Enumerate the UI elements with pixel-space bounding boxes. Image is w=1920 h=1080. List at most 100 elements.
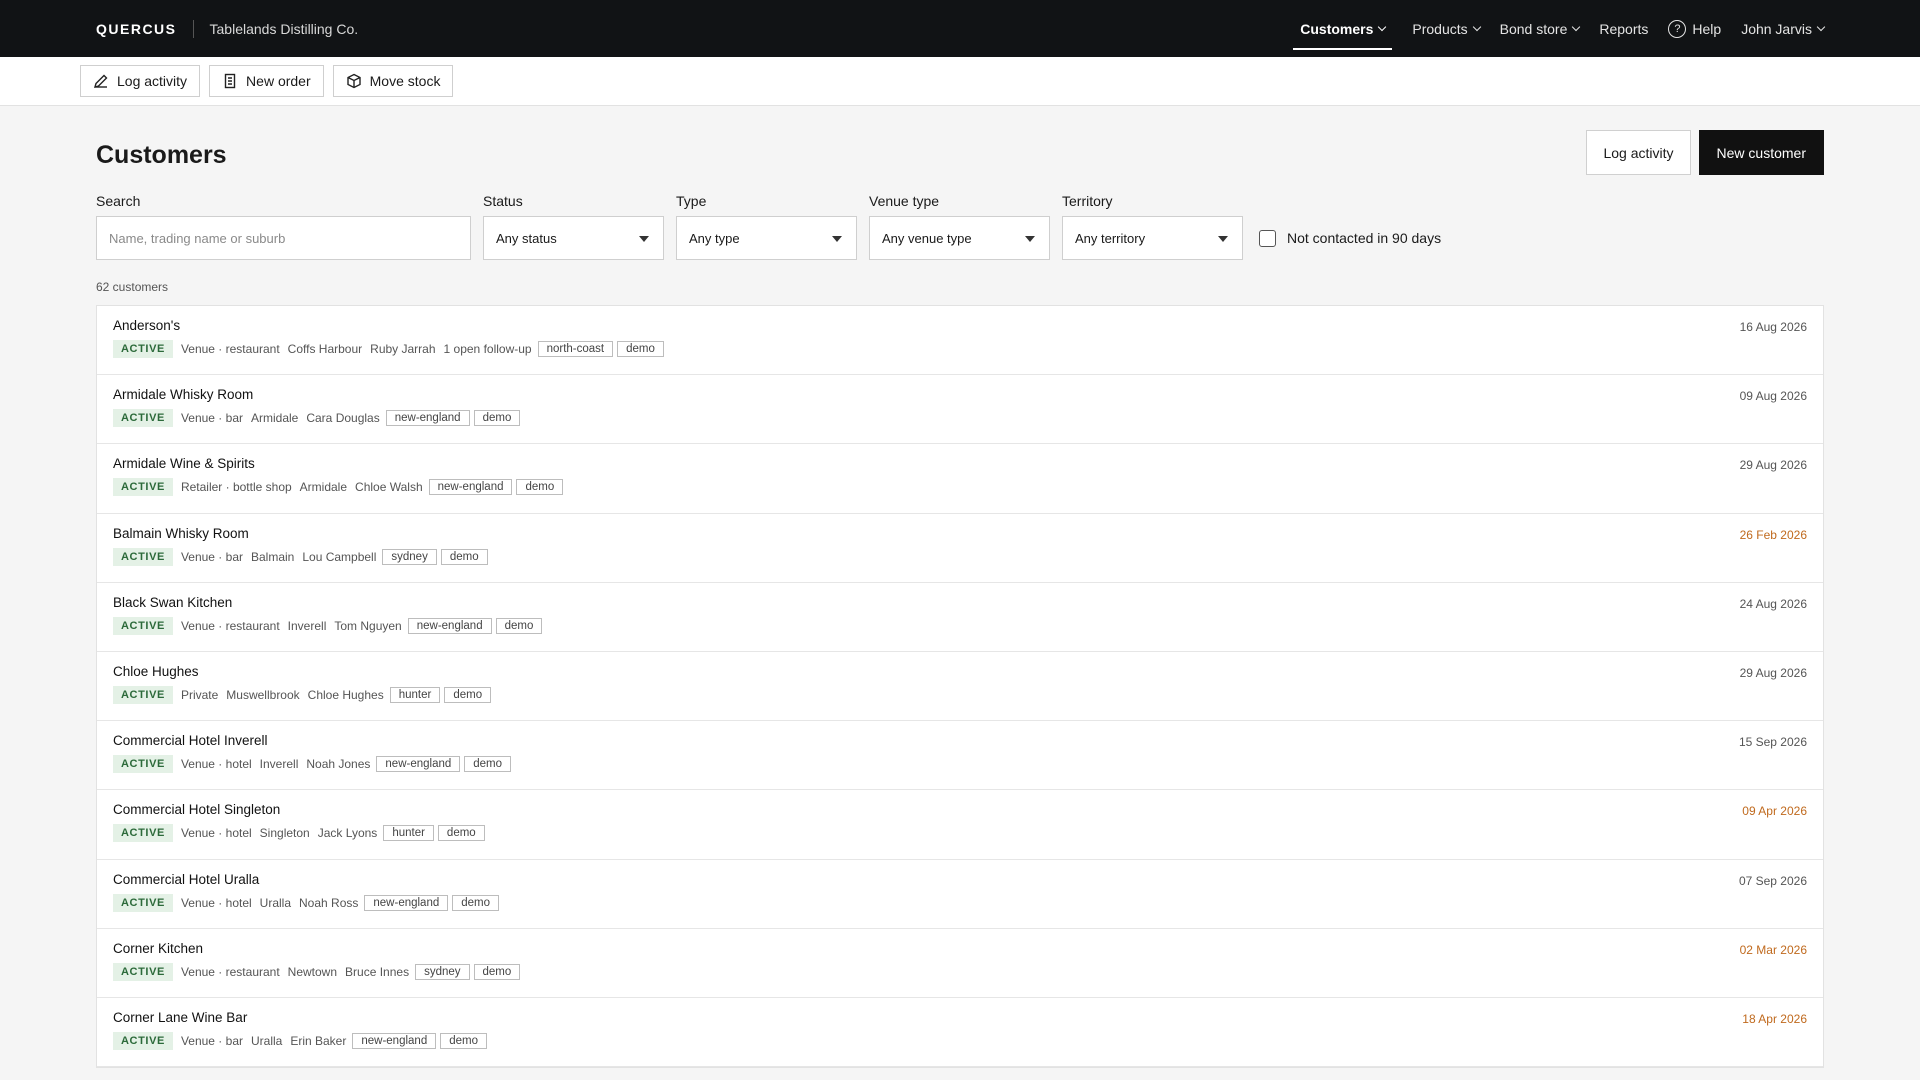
customer-row[interactable]: Armidale Wine & Spirits 29 Aug 2026 ACTIVE…: [97, 444, 1823, 514]
customer-name[interactable]: Armidale Wine & Spirits: [113, 456, 1807, 471]
customer-row[interactable]: Balmain Whisky Room 26 Feb 2026 ACTIVE Venu…: [97, 514, 1823, 583]
status-filter: Status Any status: [483, 193, 664, 260]
pencil-icon: [93, 74, 108, 89]
customer-row[interactable]: Armidale Whisky Room 09 Aug 2026 ACTIVE Ven…: [97, 375, 1823, 445]
customer-type: Venue · restaurant: [180, 618, 280, 633]
customer-tag: demo: [495, 617, 543, 634]
customer-name[interactable]: Commercial Hotel Inverell: [113, 733, 1807, 748]
customer-row[interactable]: Corner Kitchen 02 Mar 2026 ACTIVE Venue · r…: [97, 929, 1823, 998]
customer-row[interactable]: Commercial Hotel Inverell 15 Sep 2026 ACTI…: [97, 721, 1823, 791]
customer-type: Venue · hotel: [180, 895, 252, 910]
move-stock-button[interactable]: Move stock: [332, 65, 454, 97]
move-stock-label: Move stock: [369, 73, 441, 89]
last-contact-date: 29 Aug 2026: [1739, 665, 1807, 680]
page-title: Customers: [96, 141, 227, 169]
not-contacted-checkbox[interactable]: [1259, 229, 1276, 247]
chevron-down-icon: [1472, 22, 1481, 31]
customer-tag: sydney: [382, 548, 437, 565]
log-activity-quick-label: Log activity: [117, 73, 188, 89]
status-badge: ACTIVE: [113, 962, 173, 981]
main-content: Customers Log activity New customer Sear…: [0, 130, 1920, 1069]
customer-suburb: Uralla: [259, 895, 292, 910]
chevron-down-icon: [1378, 22, 1387, 31]
customer-row[interactable]: Commercial Hotel Uralla 07 Sep 2026 ACTIVE…: [97, 860, 1823, 929]
territory-label: Territory: [1062, 193, 1113, 209]
customer-row[interactable]: Black Swan Kitchen 24 Aug 2026 ACTIVE Venue…: [97, 583, 1823, 652]
customer-name[interactable]: Commercial Hotel Uralla: [113, 872, 1807, 887]
nav-reports[interactable]: Reports: [1599, 0, 1648, 57]
customer-meta: ACTIVE Venue · restaurant Coffs Harbour Rub…: [113, 340, 1807, 358]
venue-type-label: Venue type: [869, 193, 940, 209]
customer-contact: Noah Ross: [299, 895, 359, 910]
territory-select[interactable]: Any territory: [1062, 216, 1243, 260]
last-contact-date: 18 Apr 2026: [1742, 1011, 1807, 1026]
customer-contact: Noah Jones: [306, 757, 371, 772]
customer-type: Venue · hotel: [180, 826, 252, 841]
status-select[interactable]: Any status: [483, 216, 664, 260]
status-badge: ACTIVE: [113, 409, 173, 428]
nav-menu: Customers Products Bond store Reports ? …: [1273, 0, 1826, 57]
customer-tag: new-england: [385, 410, 470, 427]
customer-tag: north-coast: [537, 341, 614, 357]
customer-row[interactable]: Anderson's 16 Aug 2026 ACTIVE Venue · resta…: [97, 306, 1823, 376]
customer-suburb: Inverell: [259, 757, 299, 772]
status-badge: ACTIVE: [113, 1031, 173, 1050]
nav-products[interactable]: Products: [1412, 0, 1481, 57]
customer-suburb: Muswellbrook: [226, 687, 300, 702]
nav-customers[interactable]: Customers: [1293, 0, 1393, 57]
customer-suburb: Newtown: [287, 964, 338, 979]
customer-type: Private: [180, 687, 219, 702]
log-activity-button[interactable]: Log activity: [1586, 130, 1691, 175]
top-navbar: QUERCUS Tablelands Distilling Co. Custom…: [0, 0, 1920, 57]
nav-bond-store[interactable]: Bond store: [1500, 0, 1581, 57]
customer-suburb: Inverell: [287, 618, 327, 633]
customer-contact: Chloe Walsh: [355, 480, 423, 495]
customer-suburb: Coffs Harbour: [287, 342, 363, 356]
caret-down-icon: [639, 236, 649, 242]
search-input[interactable]: [96, 216, 471, 260]
customer-contact: Chloe Hughes: [307, 687, 384, 702]
customer-name[interactable]: Corner Kitchen: [113, 941, 1807, 956]
last-contact-date: 24 Aug 2026: [1739, 596, 1807, 611]
new-order-button[interactable]: New order: [209, 65, 324, 97]
company-name: Tablelands Distilling Co.: [209, 20, 359, 37]
customer-type: Venue · bar: [180, 549, 243, 564]
status-badge: ACTIVE: [113, 478, 173, 497]
customer-row[interactable]: Chloe Hughes 29 Aug 2026 ACTIVE Private Musw…: [97, 652, 1823, 722]
customer-name[interactable]: Commercial Hotel Singleton: [113, 802, 1807, 817]
customer-name[interactable]: Chloe Hughes: [113, 664, 1807, 679]
search-filter: Search: [96, 193, 471, 260]
brand-logo[interactable]: QUERCUS: [96, 21, 177, 37]
customer-meta: ACTIVE Venue · bar Uralla Erin Baker new-eng…: [113, 1031, 1807, 1050]
venue-type-select[interactable]: Any venue type: [869, 216, 1050, 260]
chevron-down-icon: [1572, 22, 1581, 31]
customer-row[interactable]: Commercial Hotel Singleton 09 Apr 2026 ACT…: [97, 790, 1823, 860]
new-customer-button[interactable]: New customer: [1698, 130, 1824, 175]
customer-tag: demo: [444, 686, 492, 703]
customer-tag: demo: [440, 548, 488, 565]
customer-name[interactable]: Armidale Whisky Room: [113, 387, 1807, 402]
customer-suburb: Armidale: [250, 411, 299, 426]
customer-tag: new-england: [352, 1032, 437, 1049]
customer-name[interactable]: Balmain Whisky Room: [113, 526, 1807, 541]
customer-name[interactable]: Corner Lane Wine Bar: [113, 1010, 1807, 1025]
customer-meta: ACTIVE Venue · hotel Inverell Noah Jones new…: [113, 755, 1807, 774]
customer-type: Retailer · bottle shop: [180, 480, 292, 495]
nav-help[interactable]: ? Help: [1668, 0, 1721, 57]
customer-name[interactable]: Anderson's: [113, 318, 1807, 333]
last-contact-date: 09 Aug 2026: [1739, 389, 1807, 404]
customer-type: Venue · bar: [180, 411, 243, 426]
customer-contact: Tom Nguyen: [334, 618, 402, 633]
search-label: Search: [96, 193, 141, 209]
customer-row[interactable]: Corner Lane Wine Bar 18 Apr 2026 ACTIVE Ven…: [97, 998, 1823, 1068]
not-contacted-filter[interactable]: Not contacted in 90 days: [1259, 216, 1441, 260]
customer-tag: hunter: [383, 825, 434, 842]
status-badge: ACTIVE: [113, 755, 173, 774]
customer-name[interactable]: Black Swan Kitchen: [113, 595, 1807, 610]
user-menu[interactable]: John Jarvis: [1741, 0, 1826, 57]
help-icon: ?: [1668, 19, 1687, 38]
venue-type-filter: Venue type Any venue type: [869, 193, 1050, 260]
log-activity-quick-button[interactable]: Log activity: [80, 65, 201, 97]
type-select[interactable]: Any type: [676, 216, 857, 260]
customer-tag: demo: [440, 1032, 487, 1049]
